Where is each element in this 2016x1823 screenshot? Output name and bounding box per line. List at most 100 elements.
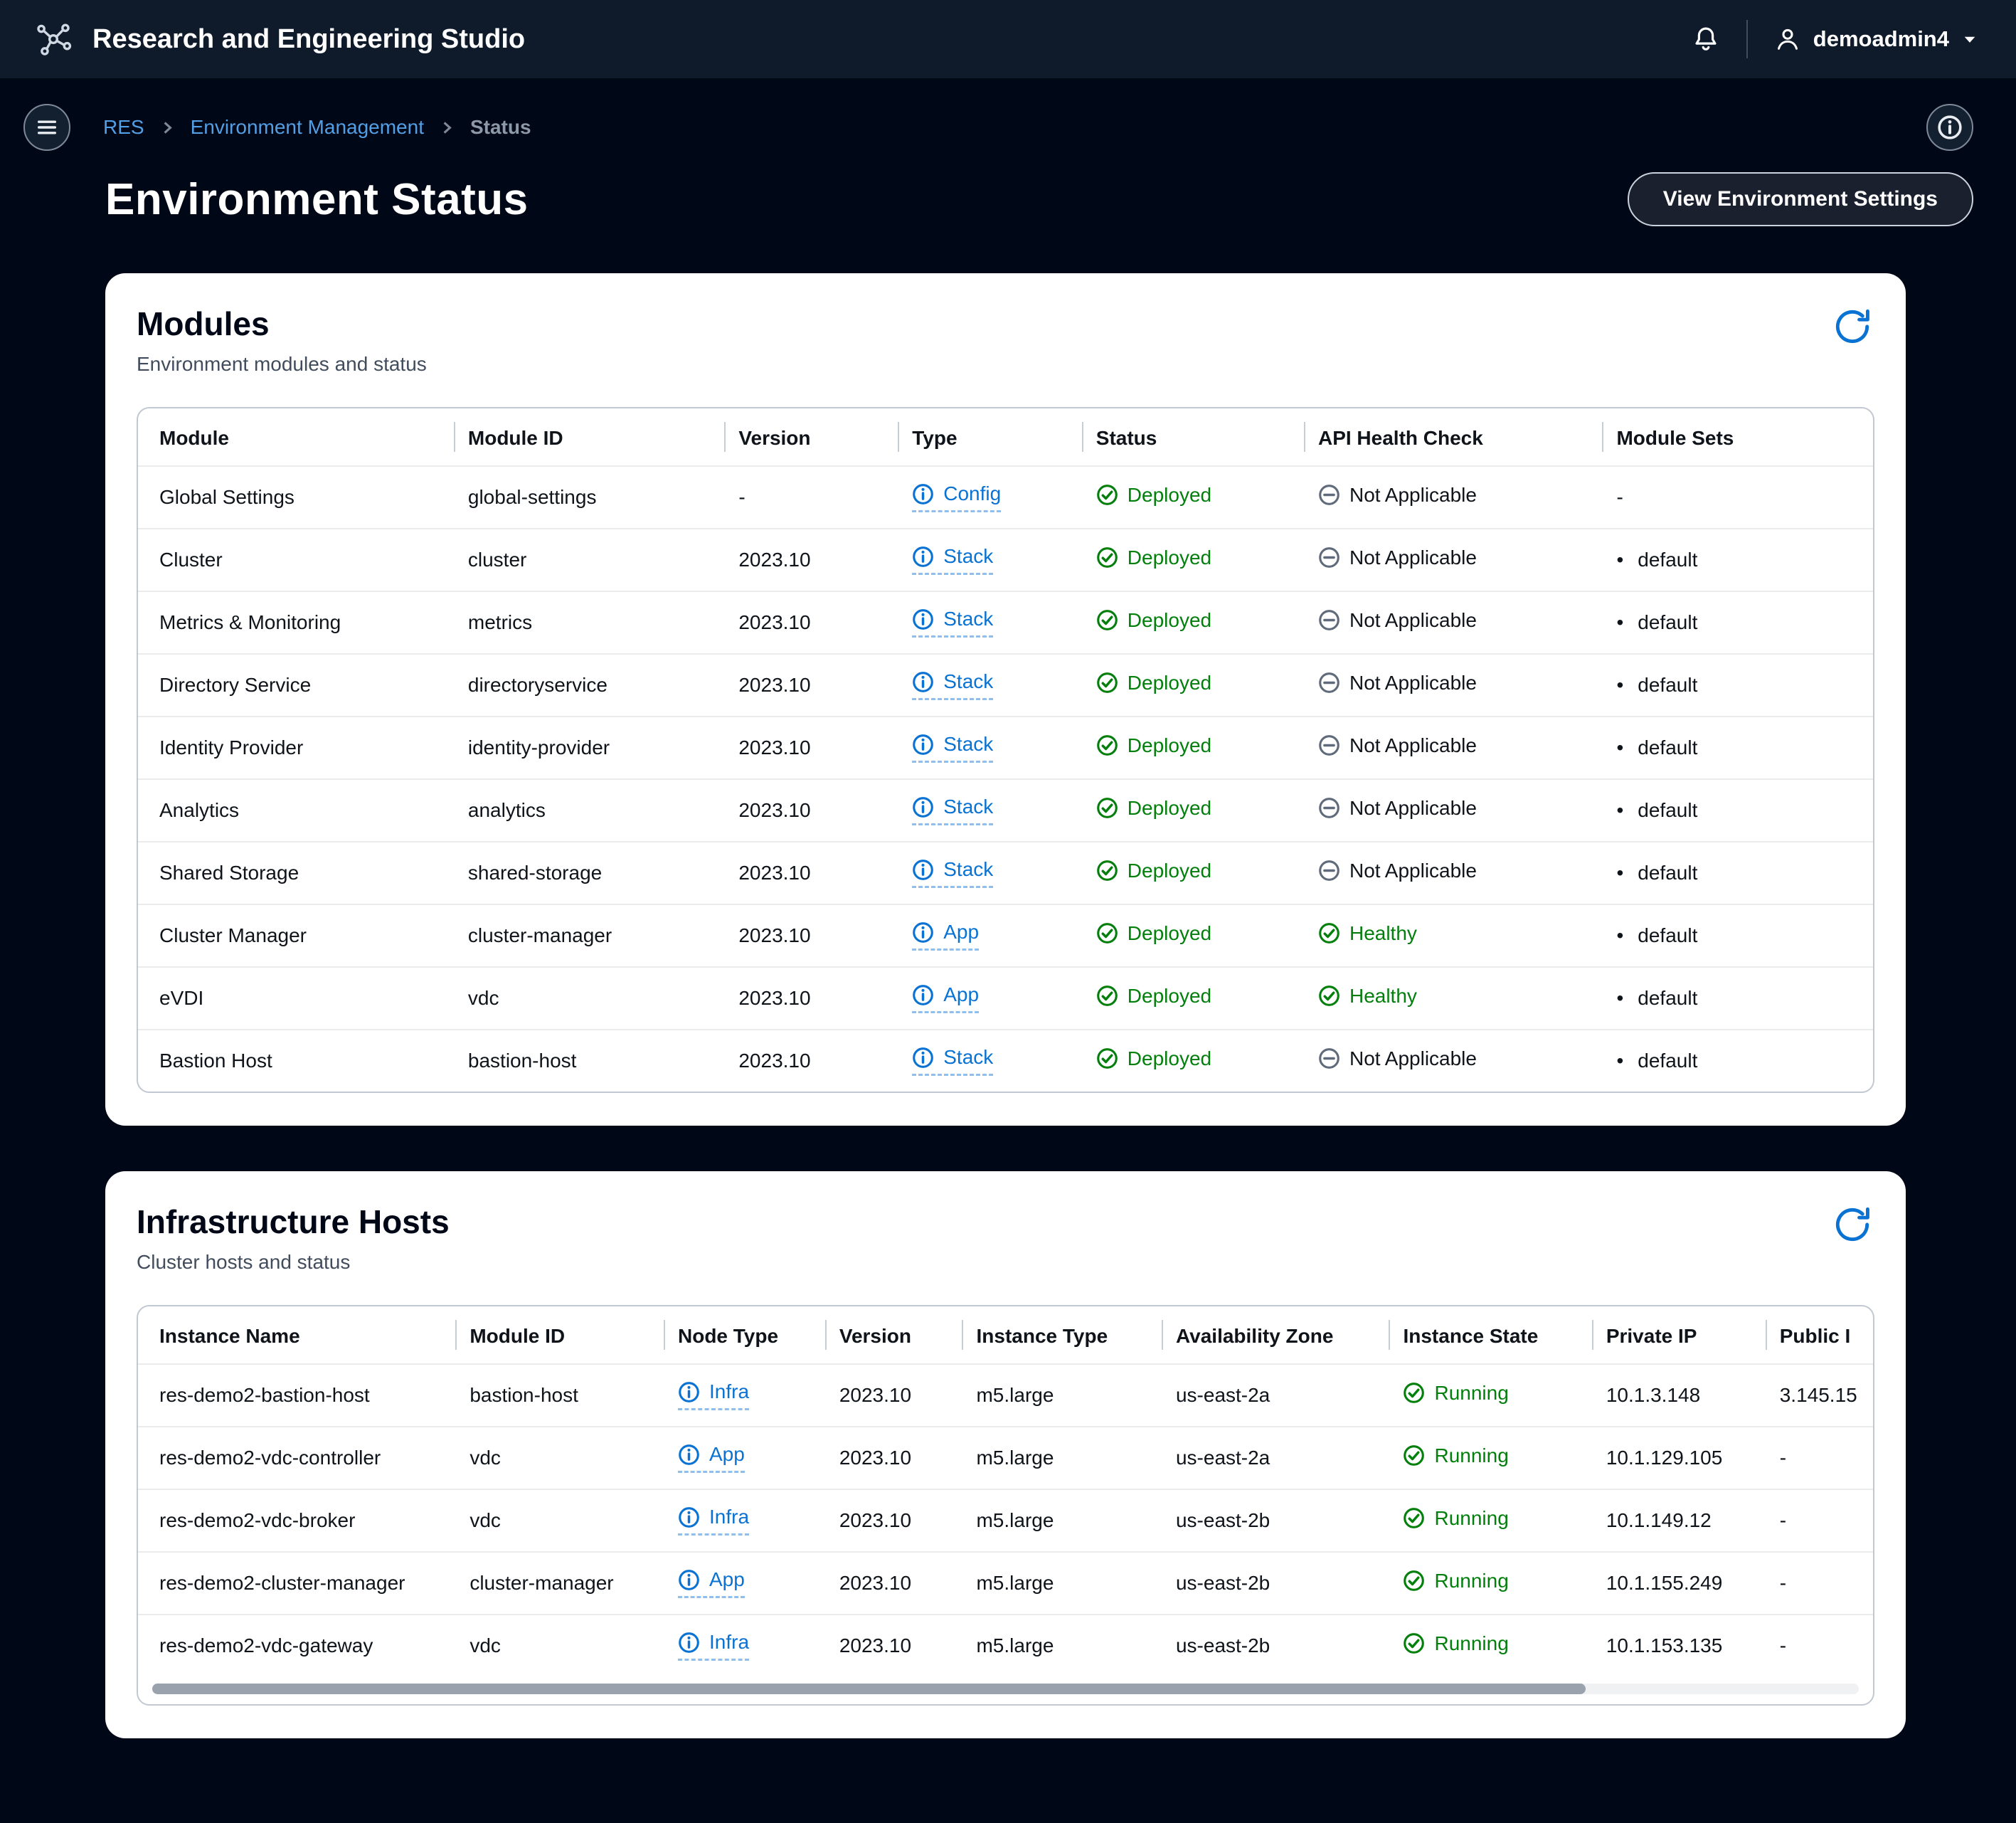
- module-sets-cell: • default: [1602, 841, 1873, 904]
- breadcrumb-environment-management[interactable]: Environment Management: [191, 116, 424, 139]
- info-icon: [913, 734, 934, 755]
- horizontal-scrollbar-thumb[interactable]: [152, 1684, 1586, 1694]
- module-id: identity-provider: [453, 716, 725, 778]
- top-navigation: Research and Engineering Studio demoadmi…: [0, 0, 2016, 80]
- info-icon: [913, 921, 934, 943]
- module-type-link[interactable]: Stack: [912, 608, 994, 638]
- table-row: res-demo2-cluster-manager cluster-manage…: [138, 1551, 1873, 1614]
- not-applicable-icon: [1319, 860, 1339, 882]
- module-name: Metrics & Monitoring: [138, 591, 454, 653]
- module-status-cell: Deployed: [1081, 465, 1304, 528]
- module-type-cell: Stack: [898, 653, 1082, 716]
- module-name: Directory Service: [138, 653, 454, 716]
- view-environment-settings-button[interactable]: View Environment Settings: [1627, 172, 1973, 226]
- module-sets-value: default: [1638, 549, 1698, 571]
- horizontal-scrollbar[interactable]: [152, 1684, 1859, 1694]
- state-badge: Running: [1403, 1570, 1509, 1592]
- module-sets-cell: -: [1602, 465, 1873, 528]
- module-sets-cell: • default: [1602, 778, 1873, 841]
- host-module-id: vdc: [455, 1489, 664, 1551]
- main-content: Modules Environment modules and status M…: [0, 273, 2016, 1823]
- module-type-link[interactable]: App: [912, 983, 980, 1013]
- module-type-link[interactable]: Stack: [912, 670, 994, 700]
- module-version: 2023.10: [724, 966, 898, 1029]
- modules-card: Modules Environment modules and status M…: [105, 273, 1906, 1126]
- table-row: eVDI vdc 2023.10 App Deployed Healthy • d…: [138, 966, 1873, 1029]
- modules-card-subtitle: Environment modules and status: [137, 353, 427, 375]
- node-type-link[interactable]: Infra: [678, 1631, 750, 1661]
- module-sets-cell: • default: [1602, 653, 1873, 716]
- module-type-cell: Stack: [898, 591, 1082, 653]
- not-applicable-icon: [1319, 485, 1339, 506]
- module-type-link[interactable]: Stack: [912, 733, 994, 763]
- table-row: Shared Storage shared-storage 2023.10 St…: [138, 841, 1873, 904]
- modules-table: Module Module ID Version Type Status API Heal…: [138, 408, 1873, 1092]
- module-name: Cluster Manager: [138, 904, 454, 966]
- success-check-icon: [1404, 1445, 1425, 1467]
- column-header: API Health Check: [1304, 408, 1603, 465]
- module-version: 2023.10: [724, 653, 898, 716]
- node-type-cell: Infra: [664, 1363, 825, 1426]
- hosts-refresh-button[interactable]: [1830, 1203, 1874, 1247]
- module-type-cell: App: [898, 904, 1082, 966]
- modules-table-container: Module Module ID Version Type Status API Heal…: [137, 407, 1874, 1093]
- info-icon: [913, 546, 934, 567]
- module-sets-value: default: [1638, 924, 1698, 946]
- module-type-link[interactable]: Stack: [912, 858, 994, 888]
- node-type-link[interactable]: App: [678, 1568, 745, 1598]
- modules-refresh-button[interactable]: [1830, 305, 1874, 349]
- table-header-row: Module Module ID Version Type Status API Heal…: [138, 408, 1873, 465]
- notifications-button[interactable]: [1687, 20, 1725, 58]
- module-sets-cell: • default: [1602, 904, 1873, 966]
- user-menu-button[interactable]: demoadmin4: [1769, 24, 1983, 54]
- module-sets-cell: • default: [1602, 528, 1873, 591]
- not-applicable-icon: [1319, 610, 1339, 631]
- column-header: Node Type: [664, 1306, 825, 1363]
- node-type-link[interactable]: Infra: [678, 1506, 750, 1536]
- module-type-link[interactable]: Config: [912, 482, 1002, 512]
- column-header: Status: [1082, 408, 1304, 465]
- column-header: Public I: [1766, 1306, 1873, 1363]
- module-name: Shared Storage: [138, 841, 454, 904]
- success-check-icon: [1404, 1633, 1425, 1654]
- node-type-link[interactable]: Infra: [678, 1380, 750, 1410]
- node-type-link[interactable]: App: [678, 1443, 745, 1473]
- hosts-card-subtitle: Cluster hosts and status: [137, 1251, 351, 1273]
- public-ip: -: [1765, 1426, 1873, 1489]
- success-check-icon: [1096, 923, 1118, 944]
- hamburger-icon: [35, 115, 59, 139]
- module-version: 2023.10: [724, 904, 898, 966]
- success-check-icon: [1096, 798, 1118, 819]
- info-icon: [913, 608, 934, 630]
- module-type-link[interactable]: Stack: [912, 545, 994, 575]
- module-version: 2023.10: [724, 591, 898, 653]
- instance-type: m5.large: [962, 1614, 1162, 1676]
- module-type-link[interactable]: App: [912, 921, 980, 951]
- column-header: Private IP: [1592, 1306, 1766, 1363]
- health-badge: Not Applicable: [1318, 484, 1477, 507]
- module-type-link[interactable]: Stack: [912, 796, 994, 825]
- status-badge: Deployed: [1096, 922, 1211, 945]
- column-header: Instance Name: [159, 1325, 300, 1347]
- module-version: -: [724, 465, 898, 528]
- module-version: 2023.10: [724, 841, 898, 904]
- module-type-link[interactable]: Stack: [912, 1046, 994, 1076]
- infrastructure-hosts-card: Infrastructure Hosts Cluster hosts and s…: [105, 1171, 1906, 1738]
- private-ip: 10.1.149.12: [1591, 1489, 1766, 1551]
- instance-state-cell: Running: [1389, 1426, 1592, 1489]
- module-status-cell: Deployed: [1081, 716, 1304, 778]
- sidebar-toggle-button[interactable]: [23, 104, 70, 151]
- public-ip: -: [1765, 1489, 1873, 1551]
- module-id: shared-storage: [453, 841, 725, 904]
- module-health-cell: Not Applicable: [1303, 1029, 1603, 1092]
- breadcrumb-res[interactable]: RES: [103, 116, 144, 139]
- instance-type: m5.large: [962, 1426, 1162, 1489]
- bullet: •: [1616, 987, 1624, 1009]
- bell-icon: [1691, 24, 1721, 54]
- info-panel-button[interactable]: [1926, 104, 1973, 151]
- bullet: •: [1616, 736, 1624, 759]
- column-header: Version: [825, 1306, 962, 1363]
- module-type-cell: Stack: [898, 778, 1082, 841]
- table-row: Cluster Manager cluster-manager 2023.10 …: [138, 904, 1873, 966]
- module-status-cell: Deployed: [1081, 1029, 1304, 1092]
